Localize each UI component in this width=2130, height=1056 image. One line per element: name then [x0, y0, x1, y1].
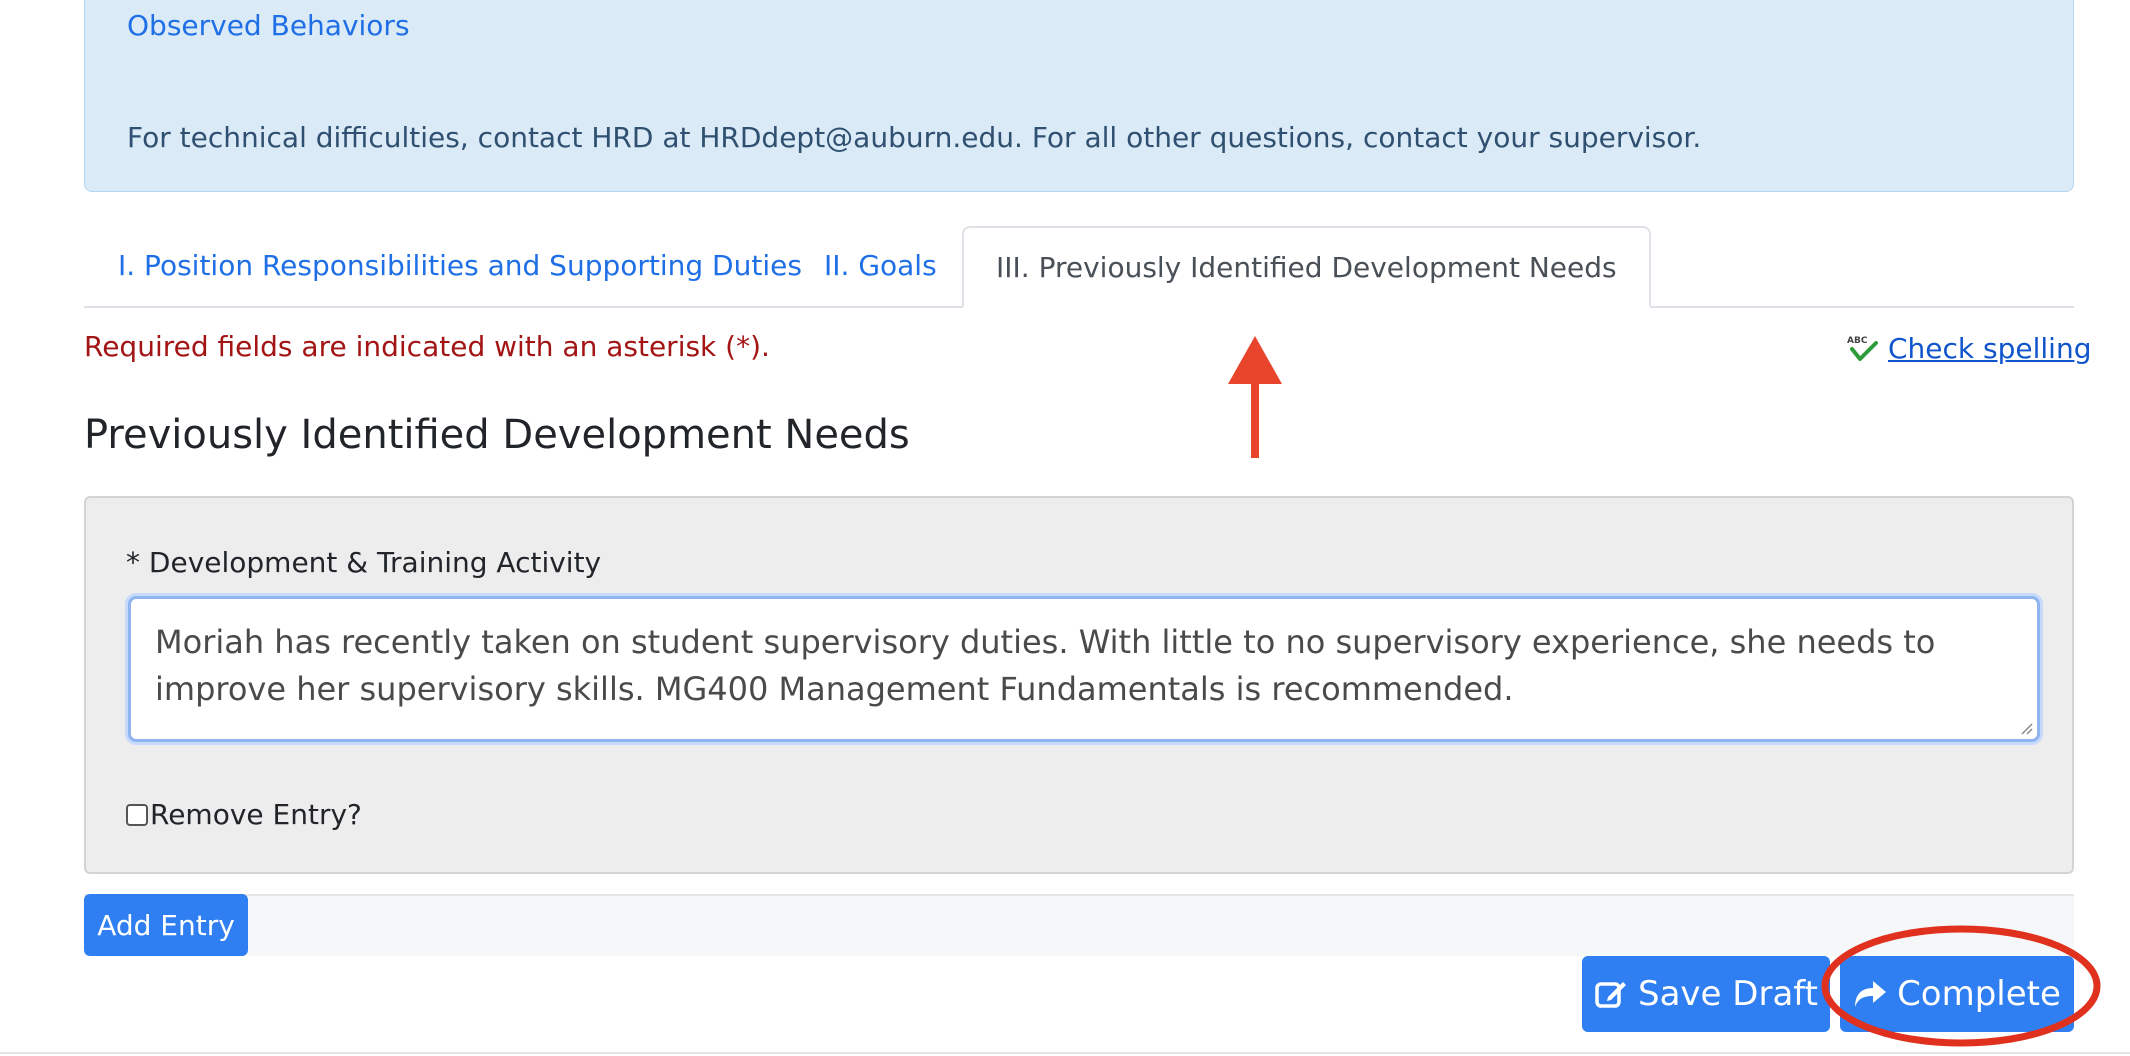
- remove-entry-checkbox[interactable]: [126, 803, 148, 826]
- observed-behaviors-link[interactable]: Observed Behaviors: [127, 9, 410, 42]
- page-bottom-divider: [0, 1052, 2130, 1054]
- remove-entry-label: Remove Entry?: [150, 798, 362, 831]
- annotation-arrow-up-icon: [1228, 336, 1282, 458]
- tab-goals[interactable]: II. Goals: [824, 226, 937, 306]
- required-fields-note: Required fields are indicated with an as…: [84, 330, 770, 363]
- development-activity-label: * Development & Training Activity: [126, 546, 602, 579]
- development-entry-card: * Development & Training Activity Moriah…: [84, 496, 2074, 874]
- add-entry-bar: [84, 894, 2074, 956]
- edit-icon: [1595, 982, 1627, 1008]
- check-spelling-link[interactable]: Check spelling: [1888, 332, 2091, 365]
- section-title: Previously Identified Development Needs: [84, 412, 910, 458]
- tab-position-responsibilities[interactable]: I. Position Responsibilities and Support…: [118, 226, 802, 306]
- abc-spellcheck-icon: ABC: [1847, 336, 1878, 361]
- tab-development-needs[interactable]: III. Previously Identified Development N…: [962, 226, 1651, 308]
- add-entry-button[interactable]: Add Entry: [84, 894, 248, 956]
- save-draft-button[interactable]: Save Draft: [1582, 956, 1830, 1032]
- save-draft-label: Save Draft: [1638, 974, 1818, 1014]
- remove-entry-row: Remove Entry?: [126, 798, 362, 831]
- resize-handle-icon[interactable]: [2019, 721, 2033, 735]
- svg-text:ABC: ABC: [1847, 336, 1868, 346]
- contact-info-text: For technical difficulties, contact HRD …: [127, 121, 1702, 154]
- development-activity-textarea[interactable]: Moriah has recently taken on student sup…: [128, 596, 2040, 742]
- info-alert: Observed Behaviors For technical difficu…: [84, 0, 2074, 192]
- tab-bar: I. Position Responsibilities and Support…: [84, 226, 2074, 308]
- development-activity-text: Moriah has recently taken on student sup…: [155, 623, 1936, 708]
- annotation-circle-icon: [1821, 925, 2101, 1047]
- check-spelling[interactable]: ABC Check spelling: [1846, 330, 2091, 366]
